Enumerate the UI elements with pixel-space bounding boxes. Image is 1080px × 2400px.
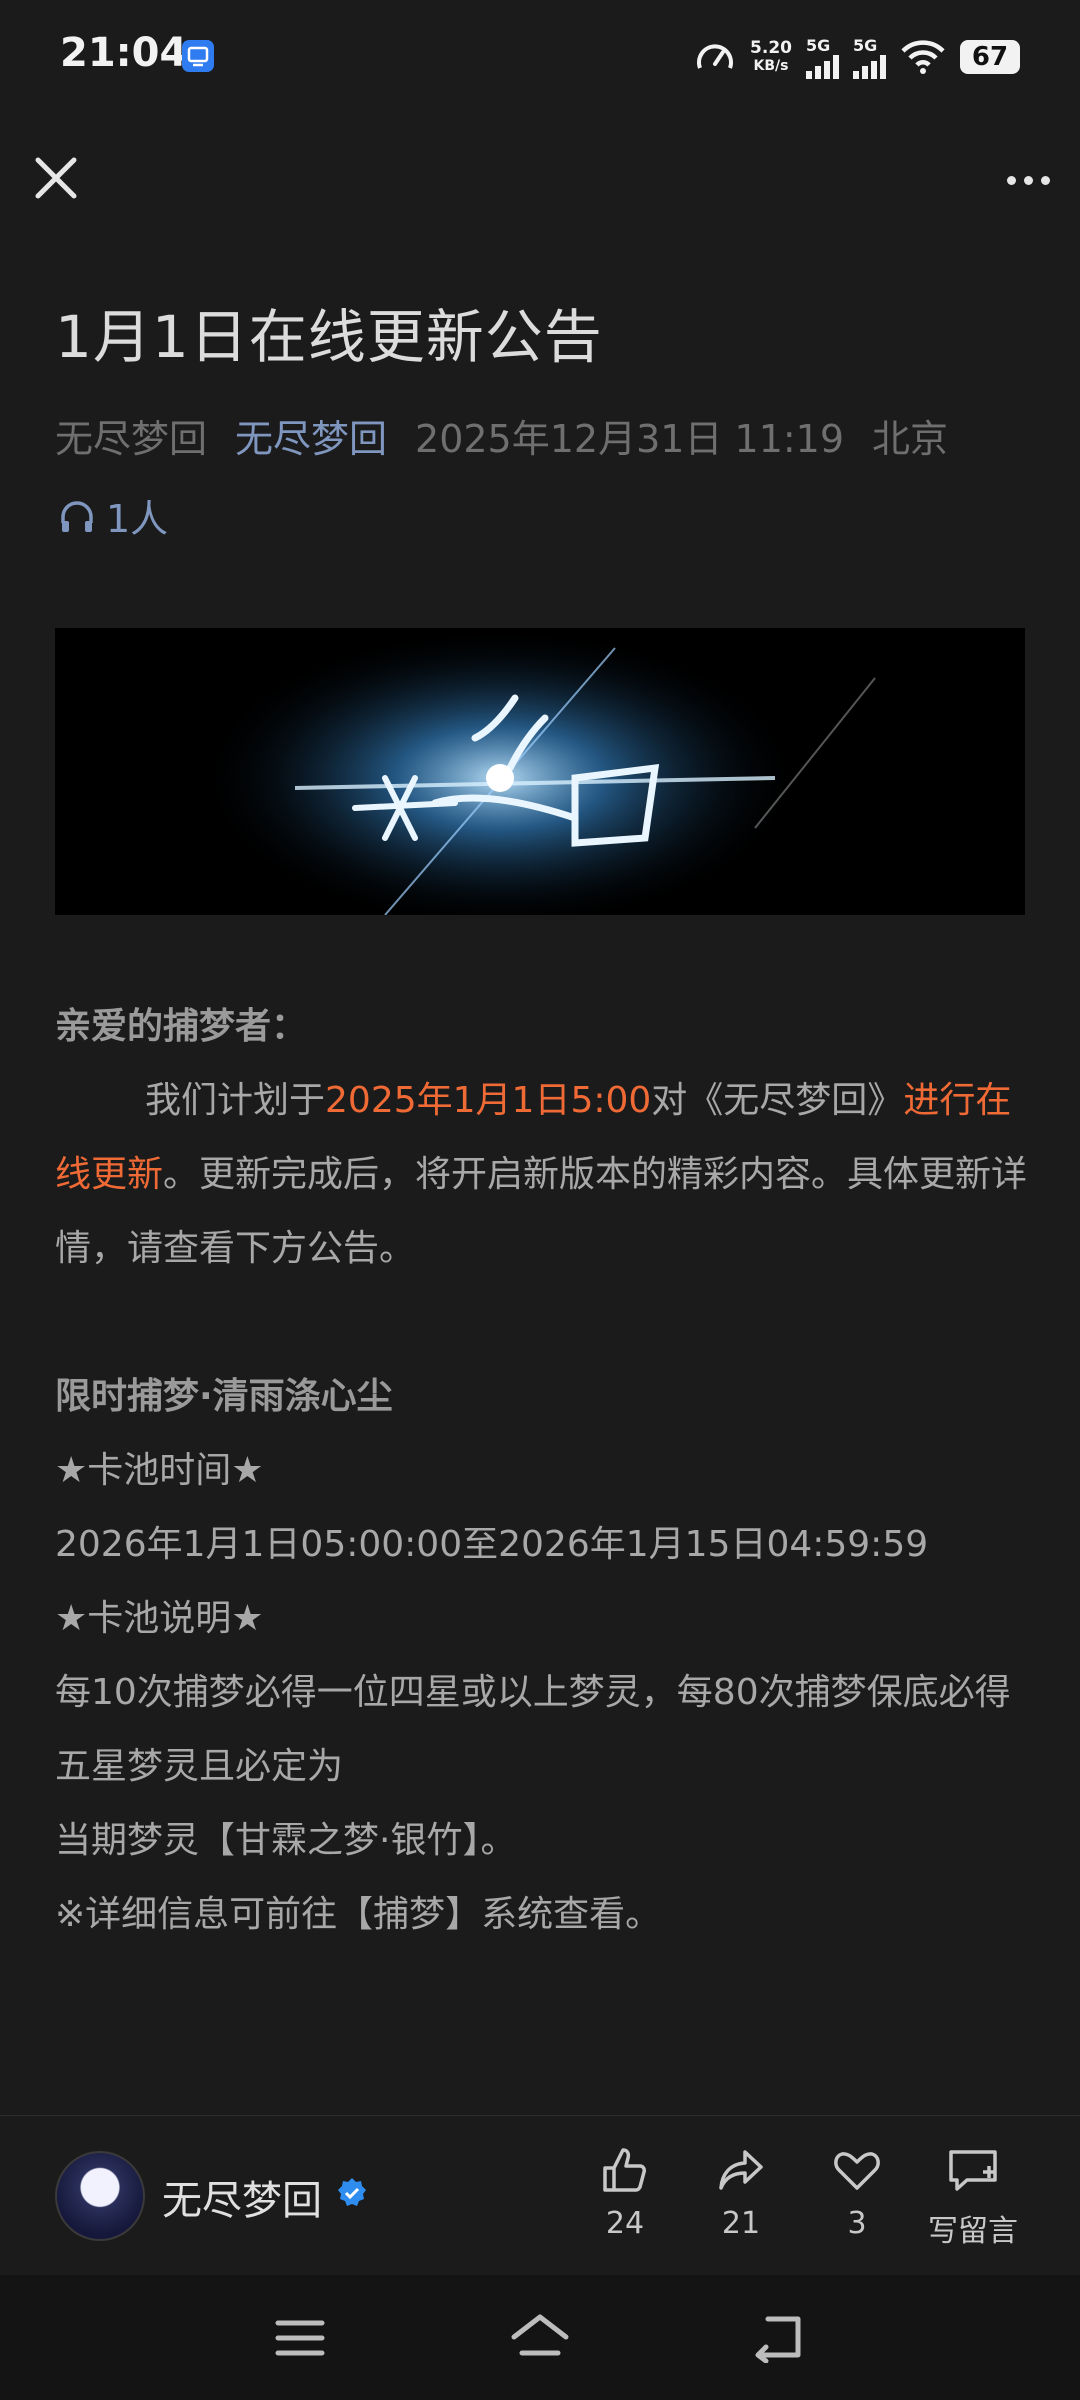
article-meta: 无尽梦回 无尽梦回 2025年12月31日 11:19 北京 bbox=[55, 408, 948, 463]
greeting: 亲爱的捕梦者： bbox=[55, 1006, 308, 1047]
signal-sim2: 5G bbox=[853, 36, 886, 79]
more-options-button[interactable] bbox=[998, 155, 1058, 205]
highlight-date: 2025年1月1日5:00 bbox=[325, 1080, 652, 1121]
favorite-count: 3 bbox=[847, 2206, 867, 2241]
pool-desc-label: ★卡池说明★ bbox=[55, 1598, 264, 1639]
verified-badge-icon bbox=[338, 2178, 366, 2206]
favorite-button[interactable]: 3 bbox=[802, 2144, 912, 2241]
pool-desc: 每10次捕梦必得一位四星或以上梦灵，每80次捕梦保底必得五星梦灵且必定为 bbox=[55, 1672, 1011, 1787]
headphones-icon bbox=[61, 500, 93, 532]
banner-image bbox=[55, 628, 1025, 915]
heart-icon bbox=[834, 2152, 880, 2190]
signal-bars-icon bbox=[853, 54, 886, 79]
wifi-icon bbox=[901, 40, 945, 74]
section-title: 限时捕梦·清雨涤心尘 bbox=[55, 1376, 393, 1417]
write-comment-button[interactable]: 写留言 bbox=[918, 2144, 1028, 2250]
system-navigation-bar bbox=[0, 2275, 1080, 2400]
author-link[interactable]: 无尽梦回 bbox=[235, 417, 387, 461]
app-notification-icon bbox=[182, 40, 214, 72]
more-dot-icon bbox=[1023, 175, 1033, 185]
speedometer-icon bbox=[697, 44, 734, 69]
like-count: 24 bbox=[605, 2206, 645, 2241]
signal-bars-icon bbox=[806, 54, 839, 79]
pool-time-label: ★卡池时间★ bbox=[55, 1450, 264, 1491]
thumbs-up-icon bbox=[603, 2148, 646, 2192]
more-dot-icon bbox=[1006, 175, 1016, 185]
home-icon[interactable] bbox=[508, 2309, 572, 2365]
status-bar: 21:04 5.20 KB/s 5G 5G 67 bbox=[0, 0, 1080, 115]
menu-icon[interactable] bbox=[272, 2315, 328, 2361]
paragraph-intro: 我们计划于2025年1月1日5:00对《无尽梦回》进行在线更新。更新完成后，将开… bbox=[55, 1080, 1028, 1269]
share-icon bbox=[719, 2150, 763, 2190]
back-icon[interactable] bbox=[750, 2311, 810, 2363]
pool-note: ※详细信息可前往【捕梦】系统查看。 bbox=[55, 1894, 662, 1935]
author-action-bar: 无尽梦回 24 21 3 写留言 bbox=[0, 2115, 1080, 2276]
battery-indicator: 67 bbox=[960, 40, 1020, 74]
share-count: 21 bbox=[721, 2206, 761, 2241]
signal-sim1: 5G bbox=[806, 36, 839, 79]
author-name[interactable]: 无尽梦回 bbox=[162, 2168, 322, 2226]
more-dot-icon bbox=[1040, 175, 1050, 185]
publish-location: 北京 bbox=[872, 417, 949, 461]
article-title: 1月1日在线更新公告 bbox=[55, 303, 603, 371]
pool-desc-2: 当期梦灵【甘霖之梦·银竹】。 bbox=[55, 1820, 517, 1861]
close-icon bbox=[35, 157, 77, 199]
status-time: 21:04 bbox=[60, 30, 188, 76]
author-avatar[interactable] bbox=[55, 2151, 145, 2241]
comment-add-icon bbox=[949, 2150, 997, 2191]
pool-time: 2026年1月1日05:00:00至2026年1月15日04:59:59 bbox=[55, 1524, 929, 1565]
like-button[interactable]: 24 bbox=[570, 2144, 680, 2241]
share-button[interactable]: 21 bbox=[686, 2144, 796, 2241]
publish-datetime: 2025年12月31日 11:19 bbox=[415, 417, 845, 461]
listen-count-label: 1人 bbox=[106, 497, 169, 541]
close-button[interactable] bbox=[28, 150, 84, 206]
author-plain: 无尽梦回 bbox=[55, 417, 208, 461]
network-speed: 5.20 KB/s bbox=[750, 38, 792, 74]
write-comment-label: 写留言 bbox=[928, 2214, 1018, 2249]
article-body: 亲爱的捕梦者： 我们计划于2025年1月1日5:00对《无尽梦回》进行在线更新。… bbox=[55, 990, 1035, 1952]
listen-count[interactable]: 1人 bbox=[58, 488, 168, 543]
